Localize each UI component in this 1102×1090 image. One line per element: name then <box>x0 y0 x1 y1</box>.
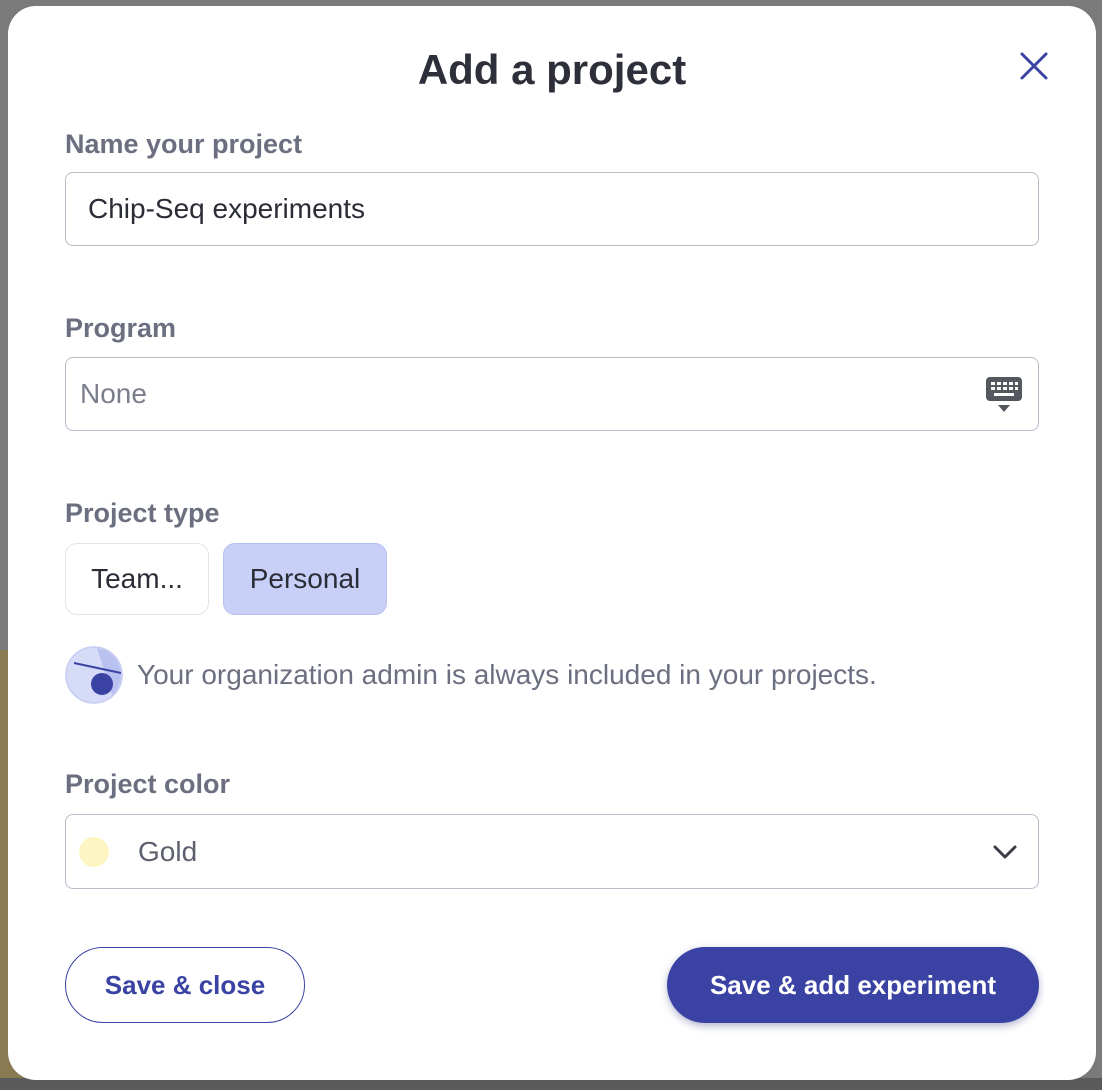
keyboard-dropdown-icon[interactable] <box>984 376 1024 414</box>
save-add-experiment-button[interactable]: Save & add experiment <box>667 947 1039 1023</box>
project-type-personal-button[interactable]: Personal <box>223 543 387 615</box>
name-field-label: Name your project <box>65 129 303 159</box>
project-type-team-button[interactable]: Team... <box>65 543 209 615</box>
chevron-down-icon <box>993 845 1017 859</box>
program-placeholder: None <box>80 378 147 409</box>
project-name-input[interactable]: Chip-Seq experiments <box>65 172 1039 246</box>
project-type-label: Project type <box>65 498 220 528</box>
project-name-value: Chip-Seq experiments <box>88 193 366 224</box>
project-color-value: Gold <box>138 835 198 867</box>
admin-info-icon <box>65 646 123 704</box>
close-icon <box>1020 52 1048 80</box>
close-button[interactable] <box>1012 44 1056 88</box>
admin-info-text: Your organization admin is always includ… <box>137 659 877 690</box>
admin-info-row: Your organization admin is always includ… <box>65 645 877 705</box>
project-color-select[interactable]: Gold <box>65 814 1039 889</box>
program-field-label: Program <box>65 313 177 343</box>
color-swatch <box>79 836 109 867</box>
add-project-modal: Add a project Name your project Chip-Seq… <box>8 6 1096 1080</box>
program-select[interactable]: None <box>65 357 1039 431</box>
save-close-button[interactable]: Save & close <box>65 947 305 1023</box>
modal-title: Add a project <box>417 46 687 93</box>
project-color-label: Project color <box>65 769 231 799</box>
